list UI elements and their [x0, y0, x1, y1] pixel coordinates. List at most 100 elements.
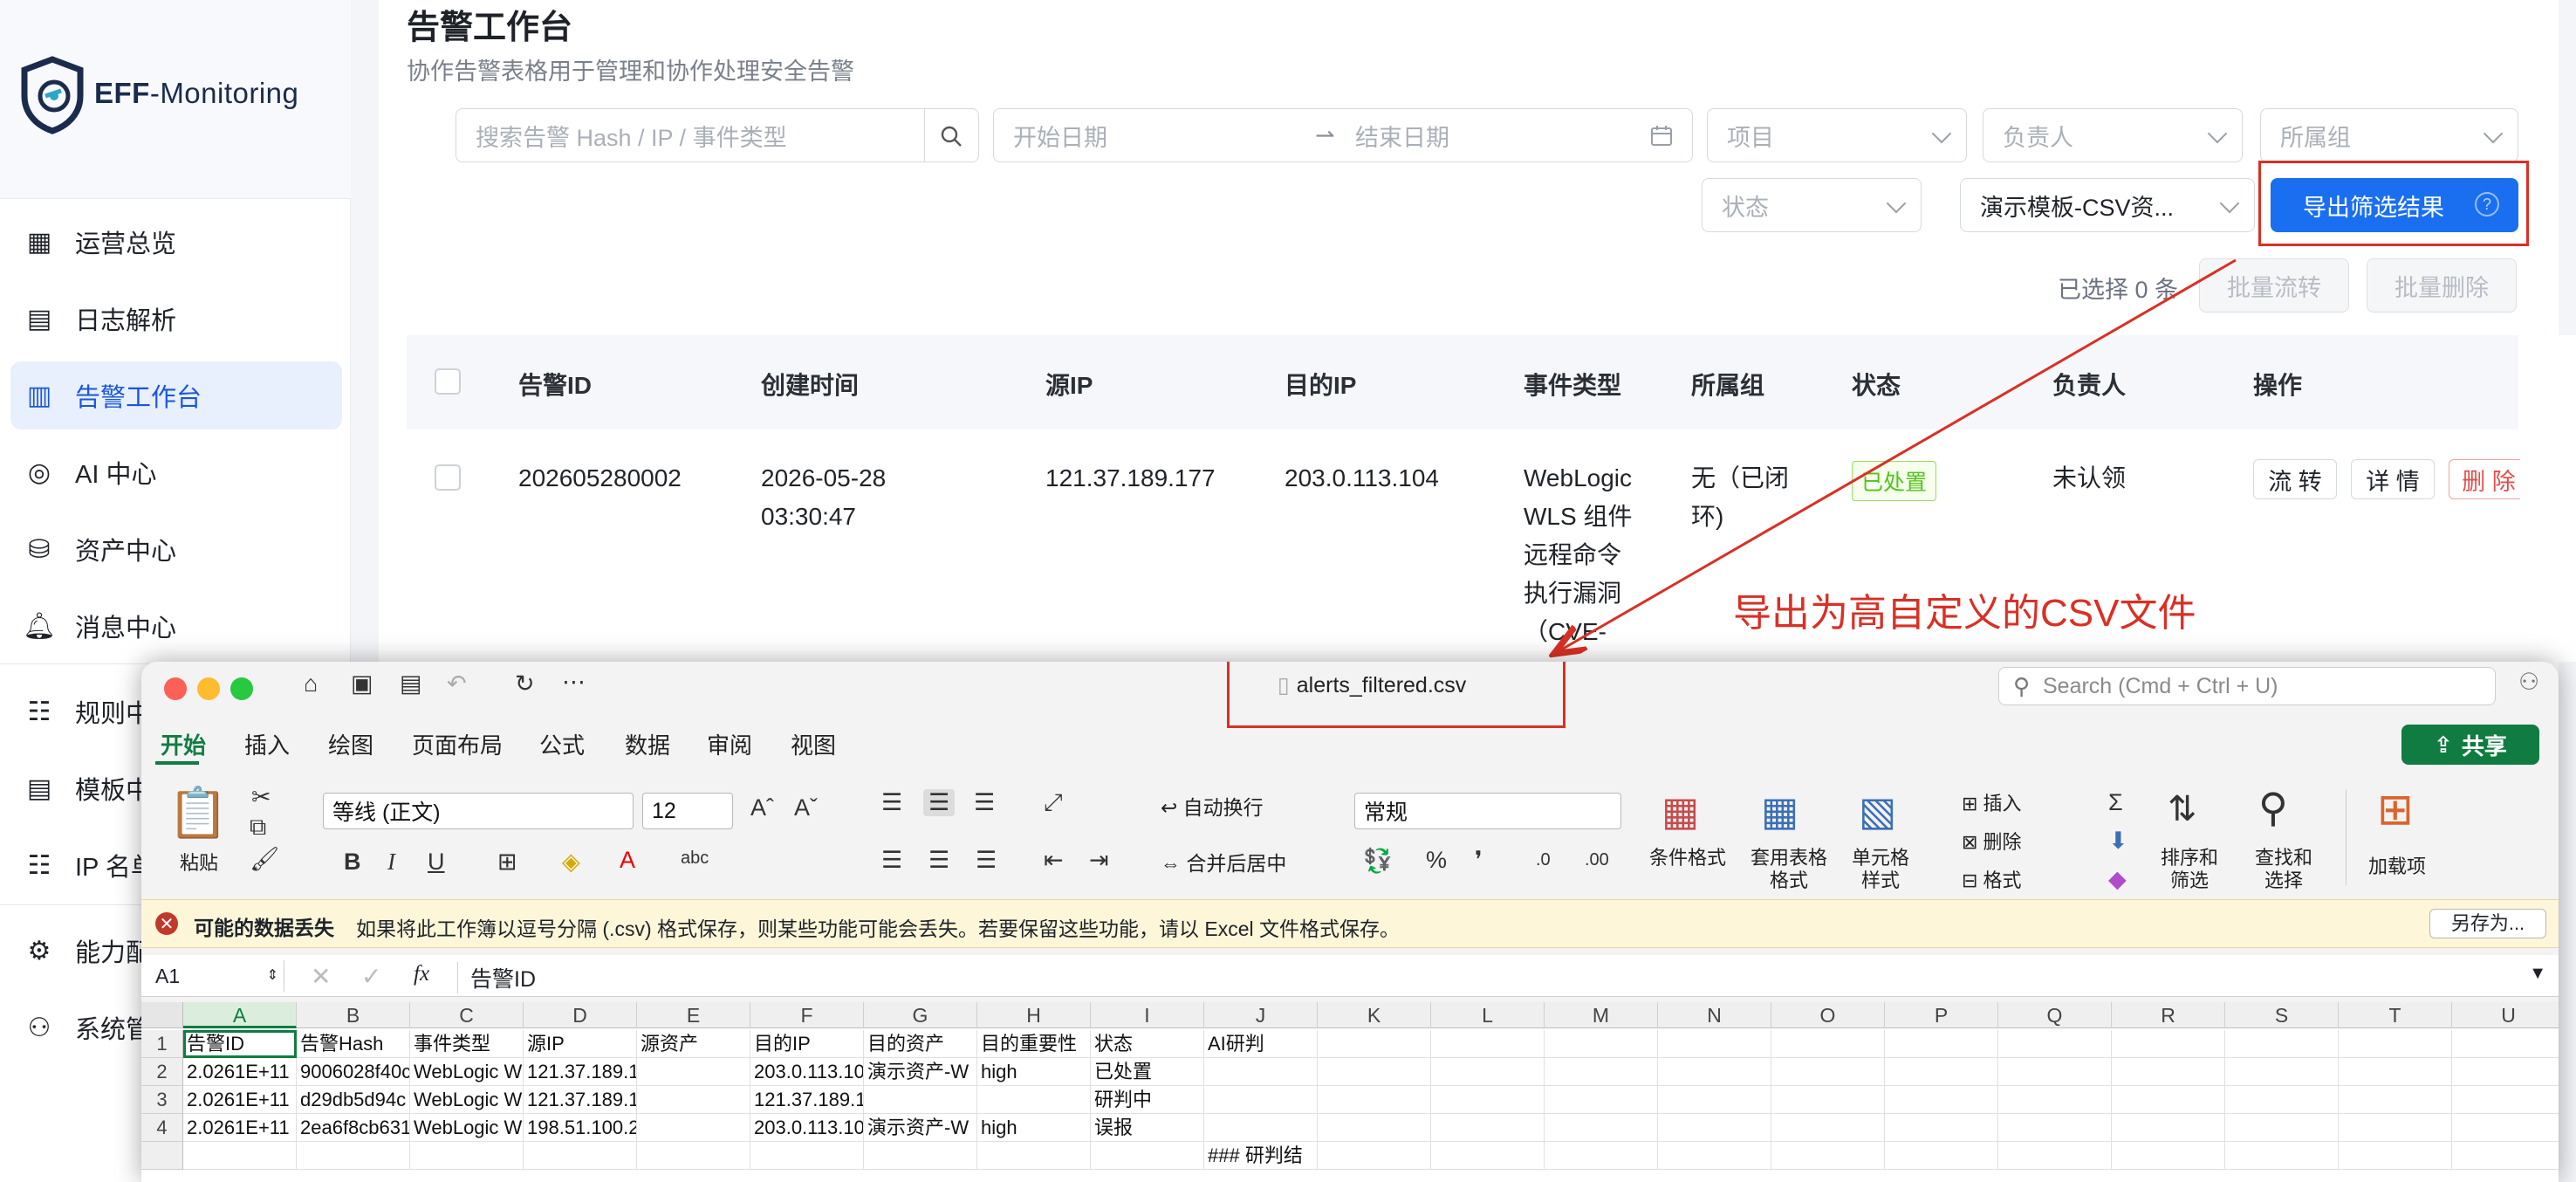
align-right-icon[interactable]: ☰ — [976, 847, 997, 874]
sheet-cell[interactable]: 203.0.113.10 — [750, 1058, 864, 1086]
sheet-cell[interactable] — [1545, 1030, 1658, 1058]
undo-icon[interactable]: ↶ — [447, 670, 467, 698]
sheet-cell[interactable] — [1771, 1142, 1885, 1170]
ribbon-tab[interactable]: 公式 — [539, 728, 585, 760]
column-header[interactable]: D — [524, 1002, 637, 1028]
sheet-cell[interactable] — [1318, 1114, 1431, 1142]
sheet-cell[interactable]: 已处置 — [1091, 1058, 1204, 1086]
excel-search-input[interactable]: ⚲ Search (Cmd + Ctrl + U) — [1998, 667, 2496, 705]
sheet-cell[interactable] — [297, 1142, 410, 1170]
save-as-icon[interactable]: ▤ — [400, 670, 422, 698]
sheet-cell[interactable] — [977, 1086, 1091, 1114]
sheet-cell[interactable] — [2225, 1030, 2339, 1058]
sheet-cell[interactable]: 121.37.189.177 — [524, 1058, 637, 1086]
delete-cells-button[interactable]: ⊠ 删除 — [1962, 831, 2022, 854]
align-middle-icon[interactable]: ☰ — [923, 789, 956, 816]
sheet-cell[interactable] — [637, 1086, 750, 1114]
name-box[interactable]: A1 ⇕ — [147, 960, 284, 992]
sheet-cell[interactable]: 203.0.113.10 — [750, 1114, 864, 1142]
sheet-cell[interactable] — [183, 1142, 297, 1170]
sheet-cell[interactable] — [1431, 1142, 1545, 1170]
clear-icon[interactable]: ◆ — [2108, 866, 2127, 893]
conditional-format-icon[interactable]: ▦ — [1661, 787, 1699, 835]
sheet-cell[interactable]: 2.0261E+11 — [183, 1086, 297, 1114]
sheet-cell[interactable] — [1658, 1058, 1771, 1086]
bold-icon[interactable]: B — [344, 849, 361, 876]
sheet-cell[interactable]: 源IP — [524, 1030, 637, 1058]
sheet-cell[interactable] — [1658, 1030, 1771, 1058]
find-select-icon[interactable]: ⚲ — [2258, 784, 2288, 831]
sheet-cell[interactable] — [1771, 1030, 1885, 1058]
cut-icon[interactable]: ✂ — [251, 784, 271, 811]
currency-icon[interactable]: 💱 — [1363, 847, 1393, 875]
decrease-indent-icon[interactable]: ⇤ — [1044, 847, 1064, 874]
sheet-cell[interactable] — [1998, 1114, 2112, 1142]
home-icon[interactable]: ⌂ — [304, 670, 318, 698]
sheet-cell[interactable] — [2112, 1086, 2225, 1114]
sheet-cell[interactable] — [1771, 1086, 1885, 1114]
sheet-cell[interactable]: 目的重要性 — [977, 1030, 1091, 1058]
sheet-cell[interactable]: 198.51.100.22 — [524, 1114, 637, 1142]
sheet-cell[interactable] — [2225, 1058, 2339, 1086]
sheet-cell[interactable] — [1204, 1058, 1318, 1086]
column-header[interactable]: E — [637, 1002, 750, 1028]
sheet-cell[interactable] — [2339, 1142, 2452, 1170]
fill-icon[interactable]: ⬇ — [2108, 828, 2128, 855]
sheet-cell[interactable]: high — [977, 1114, 1091, 1142]
sheet-cell[interactable] — [2452, 1142, 2559, 1170]
save-icon[interactable]: ▣ — [351, 670, 373, 698]
ribbon-tab[interactable]: 视图 — [791, 728, 836, 760]
percent-icon[interactable]: % — [1426, 847, 1447, 874]
chevron-down-icon[interactable]: ▼ — [2529, 964, 2546, 984]
sheet-cell[interactable]: 研判中 — [1091, 1086, 1204, 1114]
sheet-cell[interactable] — [1431, 1030, 1545, 1058]
sheet-cell[interactable] — [1658, 1086, 1771, 1114]
increase-indent-icon[interactable]: ⇥ — [1089, 847, 1109, 874]
ribbon-tab[interactable]: 数据 — [625, 728, 670, 760]
sheet-cell[interactable]: 2.0261E+11 — [183, 1058, 297, 1086]
decrease-font-icon[interactable]: Aˇ — [794, 794, 818, 821]
ribbon-tab[interactable]: 插入 — [244, 728, 290, 760]
sheet-cell[interactable] — [1318, 1142, 1431, 1170]
sheet-cell[interactable] — [1885, 1058, 1998, 1086]
sheet-cell[interactable] — [1998, 1086, 2112, 1114]
underline-icon[interactable]: U — [428, 849, 445, 876]
insert-cells-button[interactable]: ⊞ 插入 — [1962, 793, 2022, 815]
sheet-cell[interactable]: 告警ID — [183, 1030, 297, 1058]
sheet-cell[interactable] — [2452, 1030, 2559, 1058]
sheet-cell[interactable] — [1318, 1058, 1431, 1086]
column-header[interactable]: G — [864, 1002, 977, 1028]
font-name-select[interactable]: 等线 (正文) — [323, 793, 634, 829]
ribbon-tab[interactable]: 绘图 — [328, 728, 373, 760]
sheet-cell[interactable]: 目的IP — [750, 1030, 864, 1058]
redo-icon[interactable]: ↻ — [515, 670, 535, 698]
sheet-cell[interactable] — [1885, 1114, 1998, 1142]
sheet-cell[interactable] — [637, 1114, 750, 1142]
sheet-cell[interactable] — [977, 1142, 1091, 1170]
sheet-cell[interactable] — [2339, 1058, 2452, 1086]
comma-style-icon[interactable]: ❜ — [1475, 847, 1483, 874]
column-header[interactable]: S — [2225, 1002, 2339, 1028]
table-format-icon[interactable]: ▦ — [1761, 787, 1798, 835]
sheet-cell[interactable] — [1771, 1114, 1885, 1142]
sheet-cell[interactable] — [1431, 1086, 1545, 1114]
sheet-cell[interactable] — [1545, 1058, 1658, 1086]
align-left-icon[interactable]: ☰ — [881, 847, 902, 874]
save-as-button[interactable]: 另存为... — [2429, 909, 2546, 938]
function-icon[interactable]: fx — [414, 962, 429, 986]
sheet-cell[interactable] — [2225, 1142, 2339, 1170]
sheet-cell[interactable]: 121.37.189.177 — [750, 1086, 864, 1114]
increase-font-icon[interactable]: Aˆ — [750, 794, 774, 821]
column-header[interactable]: R — [2112, 1002, 2225, 1028]
sheet-cell[interactable] — [1998, 1058, 2112, 1086]
sheet-cell[interactable] — [1885, 1086, 1998, 1114]
sheet-cell[interactable] — [2339, 1114, 2452, 1142]
sheet-cell[interactable]: 状态 — [1091, 1030, 1204, 1058]
sheet-cell[interactable] — [637, 1142, 750, 1170]
column-header[interactable]: K — [1318, 1002, 1431, 1028]
autosum-icon[interactable]: Σ — [2108, 789, 2123, 816]
sheet-cell[interactable]: 演示资产-W — [864, 1114, 977, 1142]
sheet-cell[interactable] — [2225, 1114, 2339, 1142]
row-header[interactable]: 4 — [141, 1114, 183, 1142]
sheet-cell[interactable]: ### 研判结 — [1204, 1142, 1318, 1170]
